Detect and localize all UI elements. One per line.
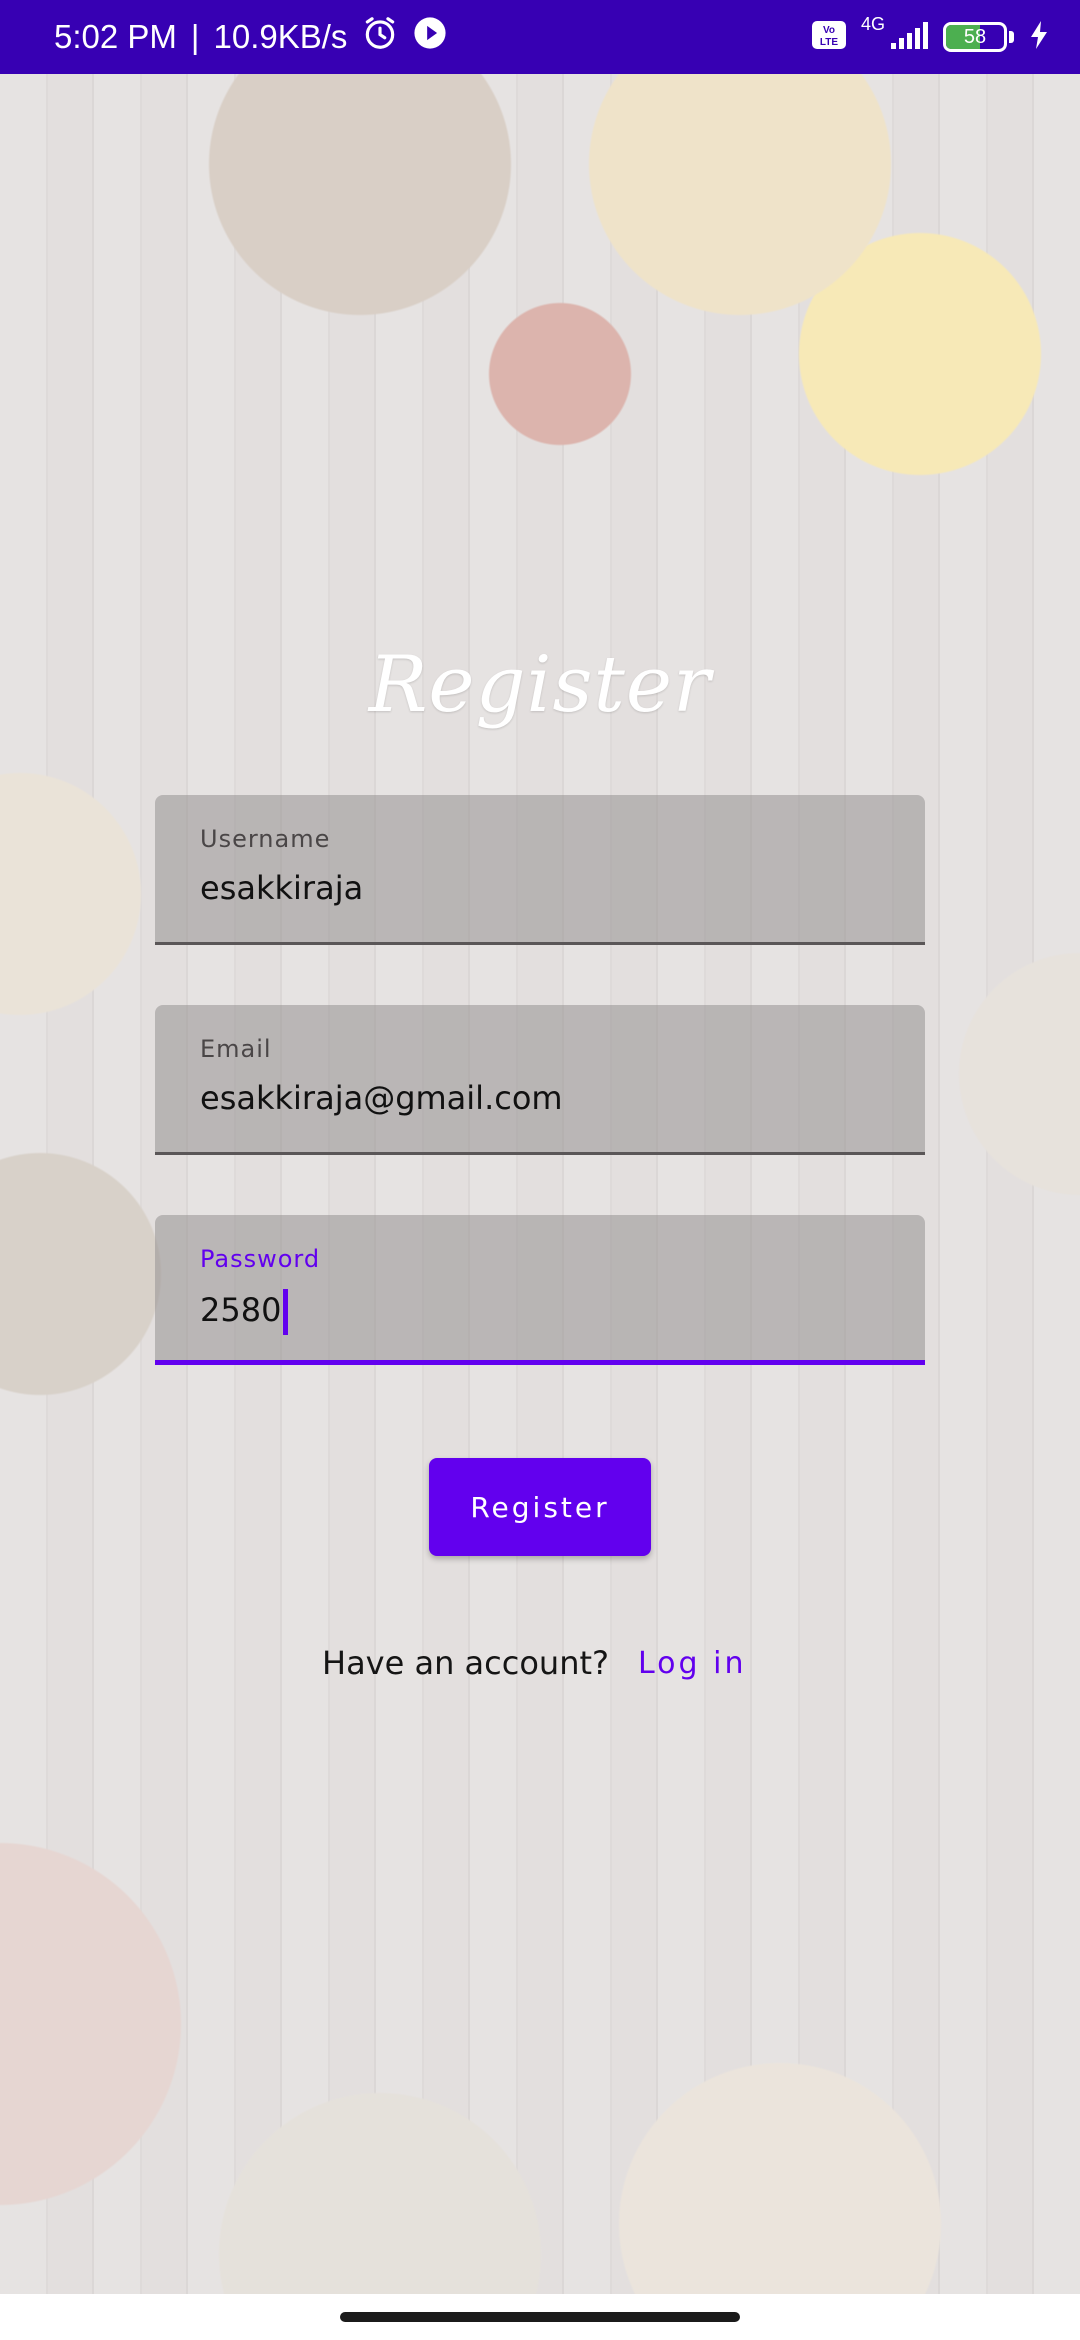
password-value: 2580 [200, 1291, 282, 1329]
page-title: Register [368, 640, 712, 730]
battery-cap [1009, 31, 1014, 43]
volte-icon: Vo LTE [811, 20, 847, 54]
username-input[interactable]: esakkiraja [200, 869, 363, 907]
account-row: Have an account? Log in [0, 1644, 1080, 1694]
status-separator: | [190, 18, 200, 55]
home-indicator[interactable] [340, 2312, 740, 2322]
login-link[interactable]: Log in [638, 1646, 746, 1681]
svg-text:LTE: LTE [820, 37, 838, 48]
status-left: 5:02 PM | 10.9KB/s [54, 0, 447, 74]
status-speed: 10.9KB/s [213, 18, 348, 55]
status-time: 5:02 PM [54, 18, 177, 55]
email-input[interactable]: esakkiraja@gmail.com [200, 1079, 563, 1117]
battery-icon: 58 [943, 22, 1007, 52]
network-type-label: 4G [860, 14, 885, 34]
alarm-icon [361, 14, 399, 60]
charging-icon [1028, 20, 1050, 54]
email-field[interactable]: Email esakkiraja@gmail.com [155, 1005, 925, 1155]
status-right: Vo LTE 4G 58 [811, 0, 1050, 74]
username-label: Username [200, 825, 331, 853]
email-label: Email [200, 1035, 272, 1063]
spices-background-image [0, 74, 1080, 2294]
password-input[interactable]: 2580 [200, 1289, 289, 1335]
text-cursor [283, 1289, 289, 1335]
password-field[interactable]: Password 2580 [155, 1215, 925, 1365]
username-field[interactable]: Username esakkiraja [155, 795, 925, 945]
status-bar: 5:02 PM | 10.9KB/s Vo LTE 4G 58 [0, 0, 1080, 74]
signal-icon [889, 19, 929, 55]
svg-text:Vo: Vo [823, 25, 835, 36]
register-button[interactable]: Register [429, 1458, 651, 1556]
account-prompt: Have an account? [322, 1644, 609, 1682]
media-play-icon [413, 16, 447, 58]
battery-percent: 58 [963, 25, 987, 48]
password-label: Password [200, 1245, 321, 1273]
